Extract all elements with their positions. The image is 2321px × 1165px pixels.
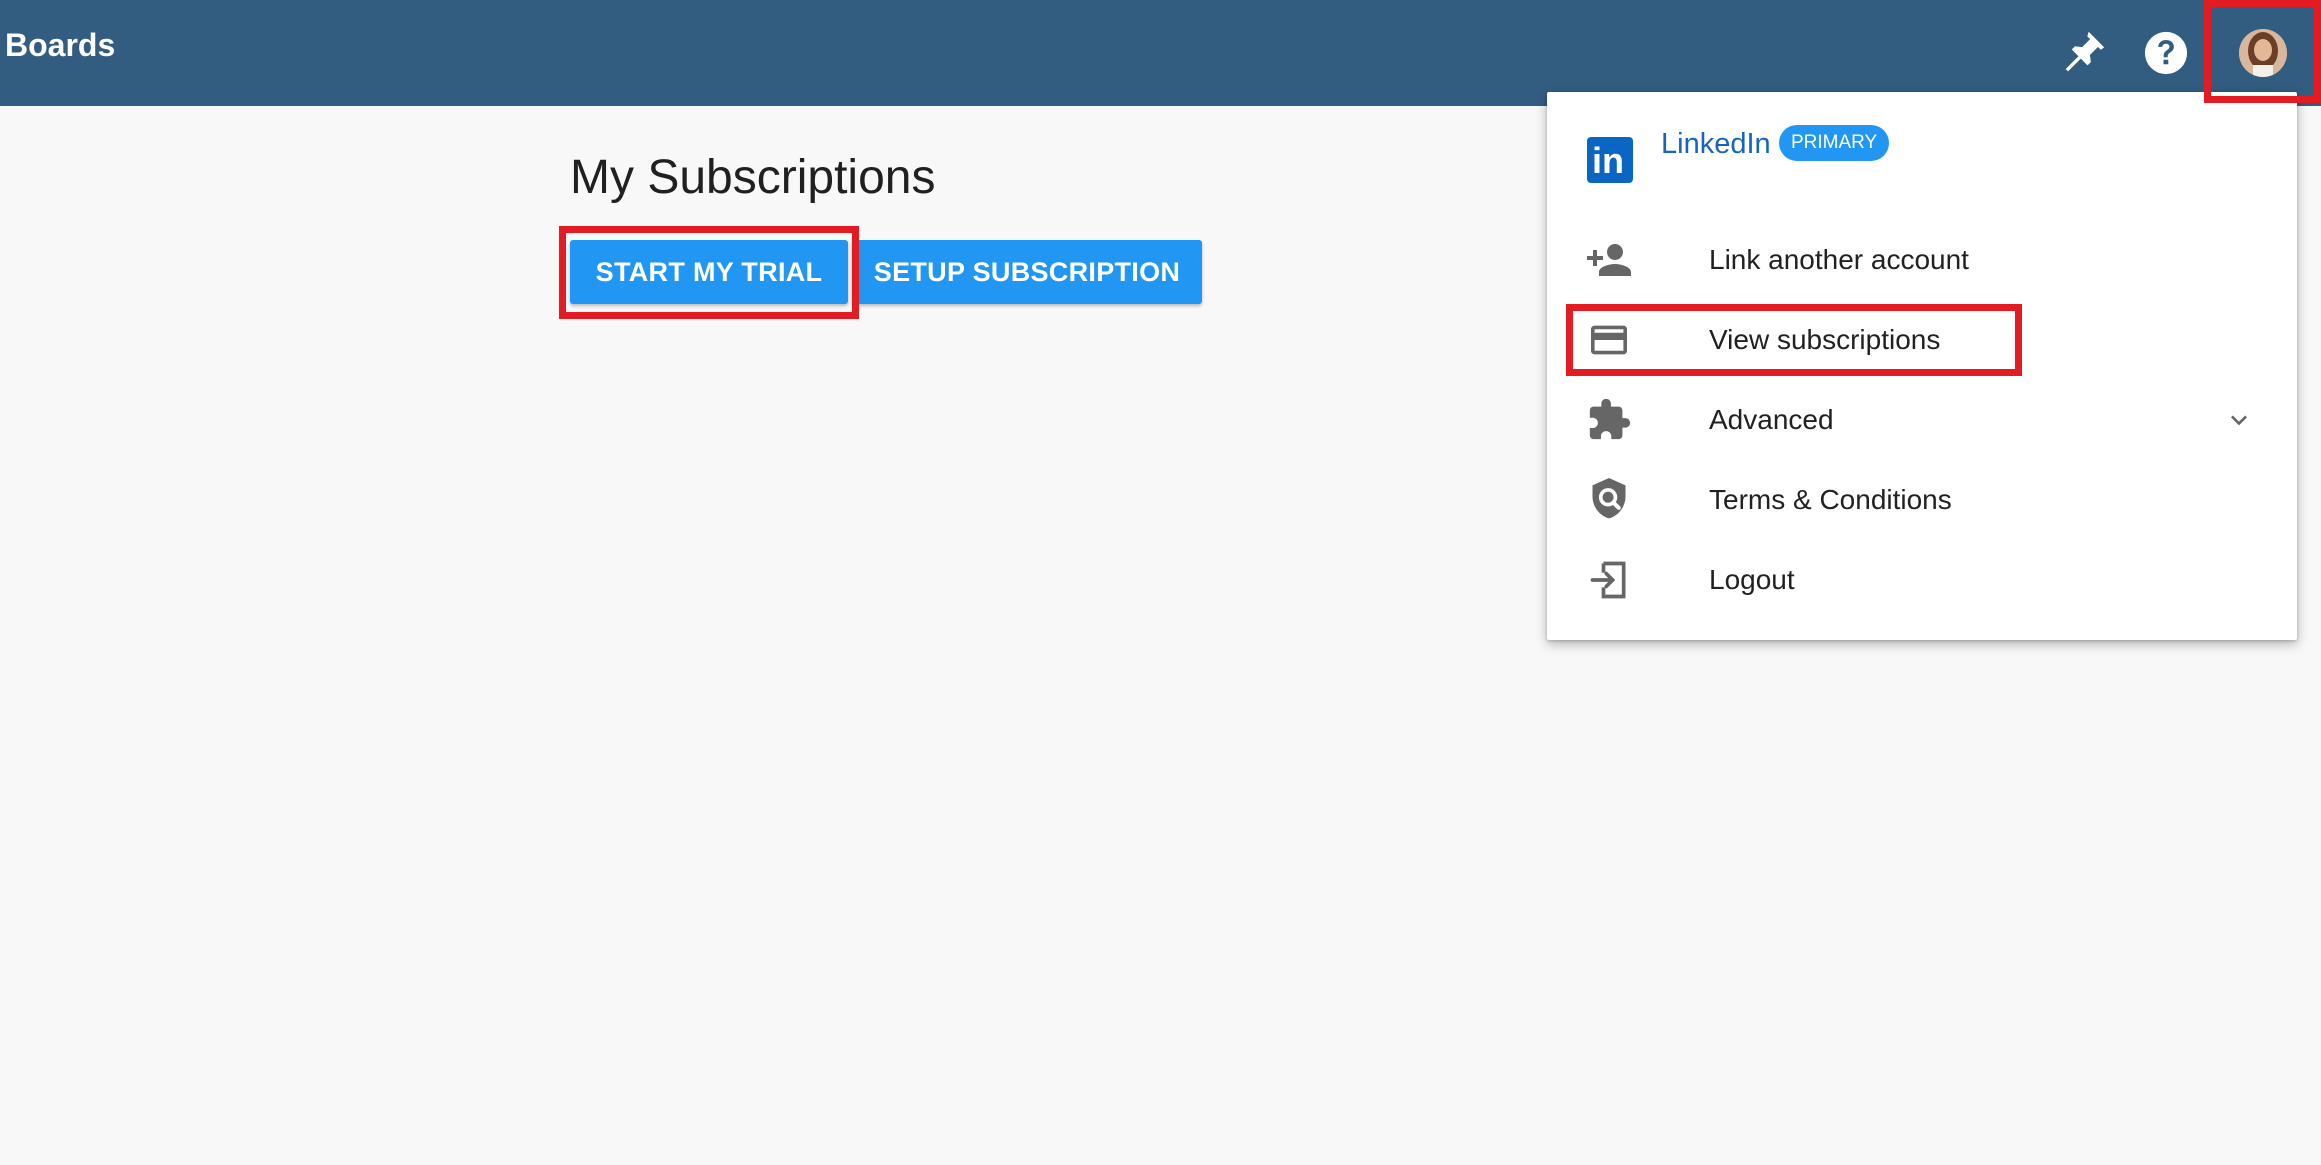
pin-icon bbox=[2065, 31, 2105, 72]
menu-item-label: Link another account bbox=[1709, 244, 1969, 275]
setup-subscription-button[interactable]: SETUP SUBSCRIPTION bbox=[852, 240, 1202, 304]
app-title: Boards bbox=[5, 27, 116, 63]
account-menu: in LinkedIn PRIMARY Link another account… bbox=[1547, 92, 2297, 640]
account-avatar-button[interactable] bbox=[2210, 0, 2315, 106]
account-row[interactable]: in LinkedIn PRIMARY bbox=[1547, 92, 2297, 207]
menu-item-label: Logout bbox=[1709, 564, 1795, 595]
help-icon bbox=[2144, 31, 2188, 75]
menu-item-label: View subscriptions bbox=[1709, 324, 1941, 355]
page-title: My Subscriptions bbox=[570, 151, 936, 204]
menu-item-terms[interactable]: Terms & Conditions bbox=[1547, 460, 2297, 540]
menu-item-advanced[interactable]: Advanced bbox=[1547, 380, 2297, 460]
pin-button[interactable] bbox=[2035, 0, 2131, 106]
chevron-down-icon[interactable] bbox=[2223, 404, 2255, 436]
logout-icon bbox=[1585, 558, 1633, 602]
menu-item-label: Terms & Conditions bbox=[1709, 484, 1952, 515]
account-name[interactable]: LinkedIn bbox=[1661, 128, 1771, 161]
linkedin-logo-text: in bbox=[1592, 140, 1624, 181]
linkedin-icon: in bbox=[1587, 137, 1633, 183]
primary-badge: PRIMARY bbox=[1779, 125, 1890, 161]
puzzle-icon bbox=[1585, 398, 1633, 442]
help-button[interactable] bbox=[2118, 0, 2214, 106]
menu-item-logout[interactable]: Logout bbox=[1547, 540, 2297, 620]
menu-item-label: Advanced bbox=[1709, 404, 1834, 435]
menu-item-view-subscriptions[interactable]: View subscriptions bbox=[1547, 300, 2297, 380]
credit-card-icon bbox=[1585, 318, 1633, 362]
avatar bbox=[2238, 29, 2287, 77]
start-trial-button[interactable]: START MY TRIAL bbox=[570, 240, 848, 304]
top-app-bar: Boards bbox=[0, 0, 2321, 106]
shield-search-icon bbox=[1585, 478, 1633, 522]
menu-item-link-account[interactable]: Link another account bbox=[1547, 220, 2297, 300]
person-add-icon bbox=[1585, 238, 1633, 282]
